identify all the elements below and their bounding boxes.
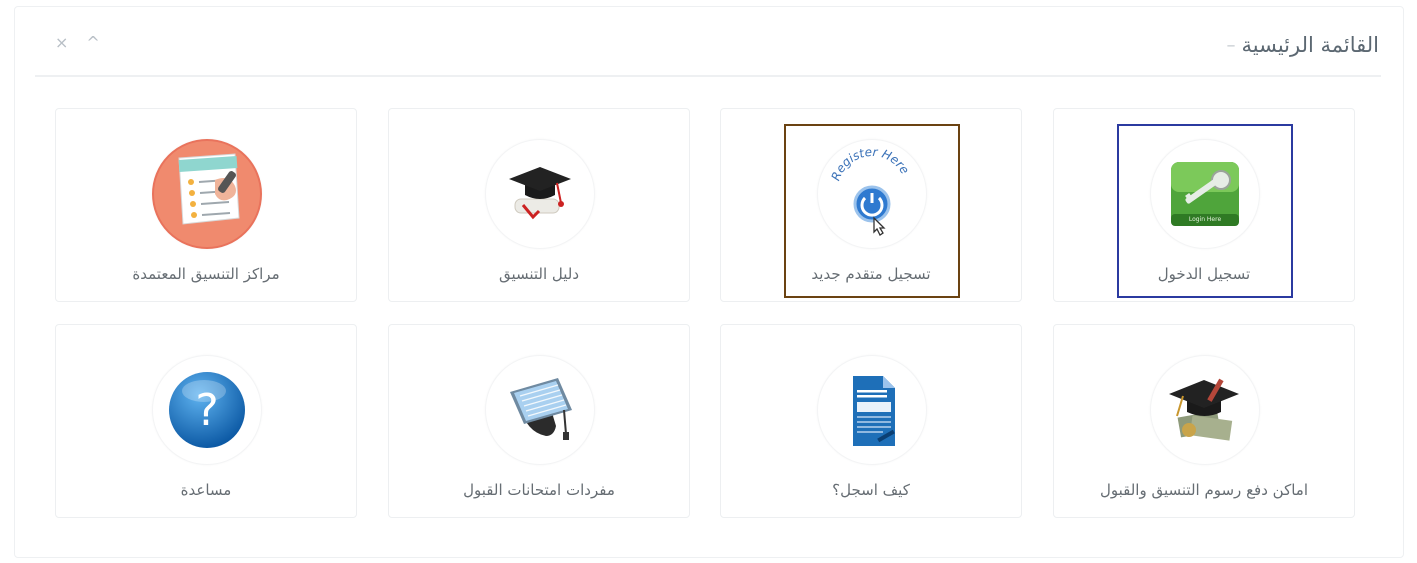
- card-coordination-guide[interactable]: دليل التنسيق: [388, 108, 690, 302]
- panel-title: القائمة الرئيسية –: [1226, 33, 1379, 57]
- document-icon: [817, 355, 927, 465]
- panel-header: القائمة الرئيسية – × ^: [35, 7, 1381, 77]
- card-label: مراكز التنسيق المعتمدة: [132, 265, 280, 283]
- card-label: كيف اسجل؟: [832, 481, 910, 499]
- checklist-icon: [152, 139, 262, 249]
- card-how-to-register[interactable]: كيف اسجل؟: [720, 324, 1022, 518]
- card-approved-centers[interactable]: مراكز التنسيق المعتمدة: [55, 108, 357, 302]
- register-here-icon: Register Here: [817, 139, 927, 249]
- card-label: مساعدة: [180, 481, 232, 499]
- header-tools: × ^: [55, 35, 100, 51]
- login-key-icon: Login Here: [1150, 139, 1260, 249]
- title-dash: –: [1226, 34, 1236, 56]
- close-icon[interactable]: ×: [55, 35, 68, 51]
- panel-title-text: القائمة الرئيسية: [1241, 33, 1379, 57]
- card-payment-places[interactable]: اماكن دفع رسوم التنسيق والقبول: [1053, 324, 1355, 518]
- card-label: تسجيل متقدم جديد: [811, 265, 931, 283]
- svg-text:?: ?: [195, 385, 218, 436]
- card-label: اماكن دفع رسوم التنسيق والقبول: [1099, 481, 1309, 499]
- card-login[interactable]: Login Here تسجيل الدخول: [1053, 108, 1355, 302]
- help-icon: ?: [152, 355, 262, 465]
- card-label: تسجيل الدخول: [1157, 265, 1251, 283]
- card-help[interactable]: ? مساعدة: [55, 324, 357, 518]
- card-label: دليل التنسيق: [498, 265, 580, 283]
- svg-text:Login Here: Login Here: [1189, 216, 1222, 223]
- cap-money-icon: [1150, 355, 1260, 465]
- collapse-icon[interactable]: ^: [86, 35, 99, 51]
- card-new-register[interactable]: Register Here تسجيل متقدم جديد: [720, 108, 1022, 302]
- tablet-cap-icon: [485, 355, 595, 465]
- svg-text:Register Here: Register Here: [829, 146, 912, 183]
- graduation-cap-icon: [485, 139, 595, 249]
- card-exam-syllabus[interactable]: مفردات امتحانات القبول: [388, 324, 690, 518]
- card-label: مفردات امتحانات القبول: [463, 481, 615, 499]
